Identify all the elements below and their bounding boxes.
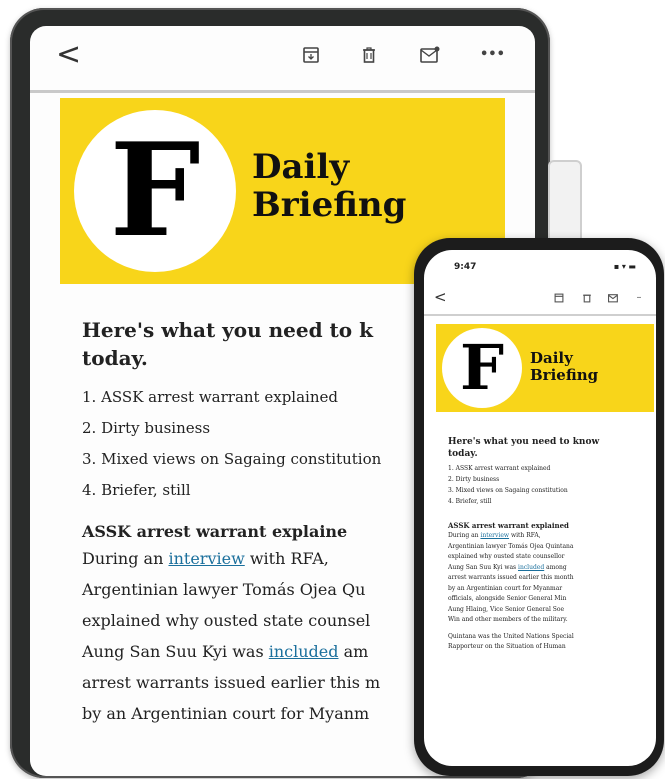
list-item: 2. Dirty business (448, 476, 500, 483)
list-item: 1. ASSK arrest warrant explained (448, 465, 551, 472)
list-item: 3. Mixed views on Sagaing constitution (448, 487, 568, 494)
logo-circle: F (442, 328, 522, 408)
included-link[interactable]: included (518, 564, 544, 571)
body-line: Quintana was the United Nations Special (448, 632, 574, 640)
more-icon[interactable]: – (634, 293, 644, 303)
back-icon[interactable]: < (56, 40, 81, 70)
topics-list: 1. ASSK arrest warrant explained 2. Dirt… (448, 463, 648, 507)
body-line: Win and other members of the military. (448, 616, 568, 623)
newsletter-title: Daily Briefing (252, 148, 406, 224)
body-line: Argentinian lawyer Tomás Ojea Quintana (448, 542, 574, 550)
newsletter-title: Daily Briefing (530, 350, 598, 384)
status-icons: ▪ ▾ ▬ (613, 262, 636, 271)
title-line-2: Briefing (252, 185, 407, 225)
trash-icon[interactable] (582, 293, 592, 303)
phone-screen: 9:47 ▪ ▾ ▬ < – F Daily Briefing Here's w… (424, 250, 656, 766)
section-body-2: Quintana was the United Nations Special … (448, 632, 648, 653)
intro-line-2: today. (448, 449, 478, 459)
intro-heading: Here's what you need to know today. (448, 436, 648, 460)
toolbar-divider (30, 90, 535, 93)
title-line-1: Daily (530, 349, 573, 367)
email-body: Here's what you need to know today. 1. A… (448, 436, 648, 653)
interview-link[interactable]: interview (168, 549, 244, 568)
list-item: 4. Briefer, still (448, 498, 492, 505)
intro-line-1: Here's what you need to know (448, 437, 600, 447)
section-body: During an interview with RFA, Argentinia… (448, 531, 648, 626)
logo-letter: F (459, 331, 505, 404)
back-icon[interactable]: < (434, 290, 447, 305)
archive-icon[interactable] (554, 293, 564, 303)
status-time: 9:47 (454, 262, 477, 272)
email-toolbar: < ••• (30, 26, 535, 90)
logo-letter: F (109, 116, 201, 266)
logo-circle: F (74, 110, 236, 272)
title-line-1: Daily (252, 147, 350, 187)
body-line: Aung San Suu Kyi was included among (448, 563, 567, 571)
body-line: explained why ousted state counsellor (448, 553, 565, 560)
body-line: Aung Hlaing, Vice Senior General Soe (448, 605, 565, 613)
mail-icon[interactable] (420, 46, 440, 64)
archive-icon[interactable] (302, 46, 320, 64)
interview-link[interactable]: interview (480, 532, 509, 539)
body-line: Rapporteur on the Situation of Human (448, 643, 566, 650)
section-title: ASSK arrest warrant explained (448, 521, 569, 530)
body-line: by an Argentinian court for Myanmar (448, 584, 563, 592)
toolbar-divider (424, 314, 656, 316)
title-line-2: Briefing (530, 366, 599, 384)
body-line: During an interview with RFA, (448, 532, 541, 539)
trash-icon[interactable] (360, 46, 378, 64)
newsletter-banner: F Daily Briefing (436, 324, 654, 412)
body-line: officials, alongside Senior General Min (448, 595, 567, 602)
more-icon[interactable]: ••• (480, 46, 505, 64)
body-line: arrest warrants issued earlier this mont… (448, 574, 574, 581)
mail-icon[interactable] (608, 293, 618, 303)
included-link[interactable]: included (269, 642, 339, 661)
